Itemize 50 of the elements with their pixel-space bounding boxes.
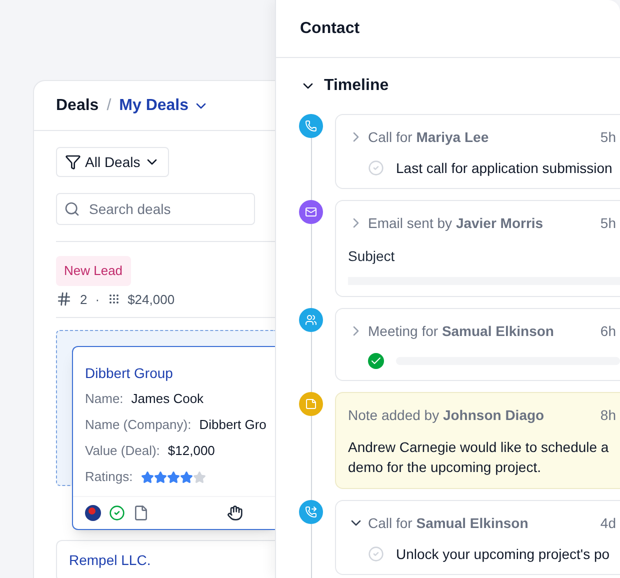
panel-title: Contact (300, 18, 360, 38)
field-value: James Cook (131, 390, 204, 408)
timeline-toggle[interactable]: Timeline (276, 74, 413, 98)
dot-separator: · (95, 290, 100, 308)
deal-total: $24,000 (128, 290, 175, 308)
timeline-title: Meeting for Samual Elkinson (368, 322, 554, 340)
field-label: Name (Company): (85, 416, 192, 434)
check-circle-icon[interactable] (109, 505, 125, 521)
star-icon (154, 470, 167, 484)
timeline-title: Call for Samual Elkinson (368, 514, 528, 532)
timestamp: 6h (600, 322, 617, 340)
filter-dropdown[interactable]: All Deals (56, 147, 170, 177)
star-icon (166, 470, 180, 484)
timestamp: 4d (600, 514, 617, 532)
timeline-title: Call for Mariya Lee (368, 128, 489, 146)
note-text: Andrew Carnegie would like to schedule a demo for the upcoming project. (348, 438, 610, 477)
task-text: Last call for application submission (396, 159, 612, 177)
field-label: Ratings: (85, 468, 133, 486)
star-icon (180, 470, 193, 484)
avatar (85, 505, 101, 521)
field-value: Dibbert Gro (199, 416, 266, 434)
hash-icon (56, 291, 72, 308)
email-subject: Subject (348, 247, 396, 265)
page-title: Deals (56, 96, 99, 116)
field-value: $12,000 (168, 442, 215, 460)
file-icon[interactable] (133, 505, 149, 521)
timestamp: 8h (600, 406, 617, 424)
search-icon (64, 201, 80, 217)
stage-tag: New Lead (56, 256, 131, 286)
breadcrumb-separator: / (106, 96, 112, 116)
timeline-title: Note added by Johnson Diago (348, 406, 544, 424)
field-label: Name: (85, 390, 124, 408)
filter-icon (65, 154, 81, 170)
check-icon[interactable] (368, 353, 384, 369)
timeline-title: Email sent by Javier Morris (368, 214, 544, 232)
deal-card[interactable]: Rempel LLC. (56, 540, 275, 578)
star-icon (192, 470, 206, 484)
field-label: Value (Deal): (85, 442, 160, 460)
deal-card[interactable]: Dibbert Group Name: James Cook Name (Company): Dibbert Gro Value (Deal): $12,000 Ratings: (72, 346, 275, 530)
timestamp: 5h (600, 128, 617, 146)
search-field[interactable]: Search deals (56, 193, 255, 225)
timestamp: 5h (600, 214, 617, 232)
deal-title[interactable]: Rempel LLC. (69, 552, 151, 568)
deal-count: 2 (80, 290, 88, 308)
deal-title[interactable]: Dibbert Group (85, 364, 275, 382)
task-text: Unlock your upcoming project's po (396, 545, 610, 563)
star-icon (140, 470, 154, 484)
hand-cursor-icon (227, 505, 243, 521)
grid-icon (108, 293, 120, 306)
view-dropdown[interactable]: My Deals (119, 94, 209, 118)
